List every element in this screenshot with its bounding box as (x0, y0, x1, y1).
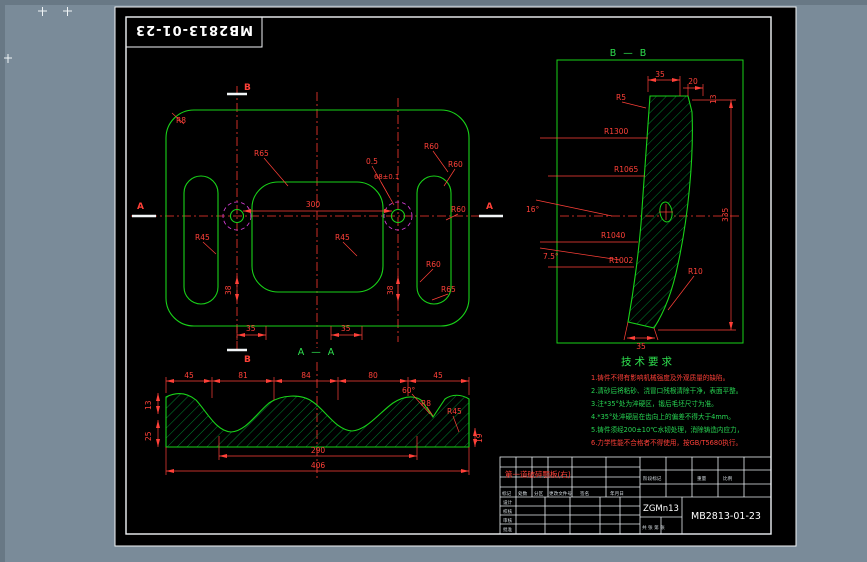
title-block-label-date: 年月日 (610, 490, 624, 497)
title-block-label-check: 校核 (503, 508, 513, 515)
tech-requirement-line: 3.注*35°处为淬硬区，锻后毛坯尺寸为准。 (591, 399, 718, 408)
dim-label: 20 (688, 77, 698, 86)
dim-label: 81 (238, 371, 248, 380)
title-strip-text: MB2813-01-23 (135, 22, 253, 37)
section-mark-a-left: A (137, 202, 144, 212)
dim-label: 19 (475, 433, 484, 443)
title-block-label-weight: 重量 (697, 475, 707, 482)
dim-label: 13 (144, 400, 153, 410)
dim-label: 38 (386, 285, 395, 295)
title-block-label-audit: 审核 (503, 517, 513, 524)
dim-label: 45 (184, 371, 194, 380)
dim-label: R65 (441, 285, 456, 294)
dim-label: 35 (246, 324, 256, 333)
dim-label: 16° (526, 205, 540, 214)
dim-label: R60 (451, 205, 466, 214)
dim-label: 35 (341, 324, 351, 333)
dim-label: R45 (195, 233, 210, 242)
title-block-label-design: 设计 (503, 499, 513, 506)
title-block-label-approve: 批准 (503, 526, 513, 533)
dim-label: R45 (335, 233, 350, 242)
tech-requirement-line: 1.铸件不得有影响机械强度及外观质量的缺陷。 (591, 373, 729, 382)
dim-label: R1040 (601, 231, 626, 240)
dim-label: R60 (426, 260, 441, 269)
dim-label: 35 (636, 342, 646, 351)
dim-label: 335 (721, 207, 730, 222)
tech-requirement-line: 6.力学性能不合格者不得使用，按GB/T5680执行。 (591, 438, 742, 447)
section-bb-title: B — B (610, 48, 649, 59)
title-block-label-stage: 阶段标记 (643, 475, 662, 482)
section-aa-title: A — A (298, 347, 337, 358)
dim-label: R60 (424, 142, 439, 151)
section-mark-b-top: B (244, 83, 251, 93)
dim-label: 300 (306, 200, 321, 209)
dim-label: R5 (616, 93, 626, 102)
part-name: 第一道破碎颚板(右) (505, 469, 571, 479)
title-block-label-sheets: 共 张 第 张 (642, 524, 665, 531)
section-mark-b-bottom: B (244, 355, 251, 365)
dim-label: R10 (688, 267, 703, 276)
dim-label: 80 (368, 371, 378, 380)
dim-label: R65 (254, 149, 269, 158)
dim-label: 0.5 (366, 157, 378, 166)
dim-label: 7.5° (543, 252, 559, 261)
dim-label: 38 (224, 285, 233, 295)
cad-viewport: MB2813-01-23 R8 R65 0.5 68±0.1 R60 R60 R… (0, 0, 867, 562)
drawing-number: MB2813-01-23 (691, 511, 761, 522)
tech-requirement-line: 2.清砂后将粘砂、浇冒口残根清除干净，表面平整。 (591, 386, 742, 395)
dim-label: R1300 (604, 127, 629, 136)
title-block-label-sign: 签名 (580, 490, 589, 497)
dim-label: 68±0.1 (374, 173, 399, 181)
top-edge-shade (0, 0, 867, 5)
title-block-label-count: 处数 (518, 490, 528, 497)
tech-requirement-line: 4.*35°处淬硬层在齿向上的偏差不得大于4mm。 (591, 412, 735, 421)
dim-label: R45 (447, 407, 462, 416)
dim-label: R60 (448, 160, 463, 169)
dim-label: 84 (301, 371, 311, 380)
title-block-label-zone: 分区 (534, 490, 544, 497)
left-edge-shade (0, 0, 5, 562)
dim-label: 25 (144, 431, 153, 441)
material-value: ZGMn13 (643, 504, 679, 514)
section-mark-a-right: A (486, 202, 493, 212)
title-block-label-scale: 比例 (723, 475, 733, 482)
dim-label: R1065 (614, 165, 639, 174)
title-block-label-docno: 更改文件号 (549, 490, 572, 497)
dim-label: R1002 (609, 256, 634, 265)
dim-label: R8 (176, 116, 186, 125)
dim-label: 45 (433, 371, 443, 380)
dim-label: R8 (421, 399, 431, 408)
dim-label: 35 (655, 70, 665, 79)
tech-requirement-line: 5.铸件须经200±10℃水韧处理，消除铸造内应力， (591, 425, 743, 434)
dim-label: 290 (311, 446, 326, 455)
dim-label: 13 (709, 94, 718, 104)
tech-requirements-heading: 技术要求 (621, 355, 675, 368)
dim-label: 406 (311, 461, 326, 470)
dim-label: 60° (402, 386, 416, 395)
title-block-label-mark: 标记 (502, 490, 512, 497)
